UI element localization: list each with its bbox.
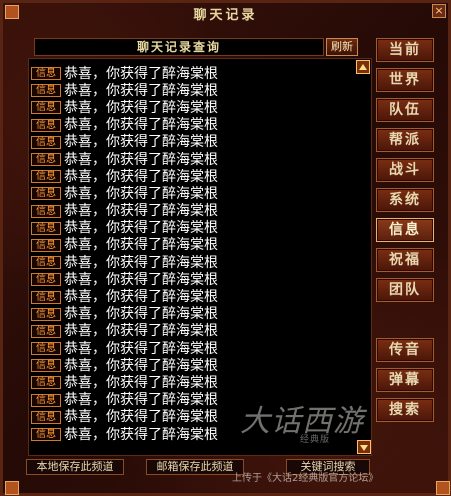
chat-message-text: 恭喜，你获得了醉海棠根 [64,409,218,426]
channel-tag[interactable]: 信息 [31,118,61,132]
title-bar[interactable]: 聊天记录 [0,0,451,26]
channel-tag[interactable]: 信息 [31,393,61,407]
chat-message-text: 恭喜，你获得了醉海棠根 [64,289,218,306]
channel-tag[interactable]: 信息 [31,307,61,321]
chat-line: 信息 恭喜，你获得了醉海棠根 [31,65,218,82]
chat-message-text: 恭喜，你获得了醉海棠根 [64,220,218,237]
chat-message-text: 恭喜，你获得了醉海棠根 [64,306,218,323]
chat-line: 信息 恭喜，你获得了醉海棠根 [31,82,218,99]
channel-tag[interactable]: 信息 [31,273,61,287]
channel-info-button[interactable]: 信息 [376,218,434,242]
logo-subtitle-watermark: 经典版 [300,435,331,445]
channel-tag[interactable]: 信息 [31,204,61,218]
channel-tag[interactable]: 信息 [31,67,61,81]
channel-tag[interactable]: 信息 [31,359,61,373]
channel-system-button[interactable]: 系统 [376,188,434,212]
chat-line: 信息 恭喜，你获得了醉海棠根 [31,392,218,409]
channel-barrage-button[interactable]: 弹幕 [376,368,434,392]
channel-tag[interactable]: 信息 [31,170,61,184]
channel-blessing-button[interactable]: 祝福 [376,248,434,272]
channel-tag[interactable]: 信息 [31,290,61,304]
channel-tag[interactable]: 信息 [31,324,61,338]
channel-battle-button[interactable]: 战斗 [376,158,434,182]
channel-tag[interactable]: 信息 [31,221,61,235]
channel-tag[interactable]: 信息 [31,428,61,442]
chat-line: 信息 恭喜，你获得了醉海棠根 [31,340,218,357]
channel-tag[interactable]: 信息 [31,101,61,115]
chat-line: 信息 恭喜，你获得了醉海棠根 [31,134,218,151]
scroll-up-arrow-icon[interactable] [356,60,370,74]
chat-line: 信息 恭喜，你获得了醉海棠根 [31,426,218,443]
corner-ornament-br [436,481,450,495]
chat-message-text: 恭喜，你获得了醉海棠根 [64,117,218,134]
channel-tag[interactable]: 信息 [31,376,61,390]
window-title: 聊天记录 [193,7,258,23]
chat-line: 信息 恭喜，你获得了醉海棠根 [31,185,218,202]
close-button[interactable]: × [432,4,446,18]
channel-world-button[interactable]: 世界 [376,68,434,92]
chat-message-text: 恭喜，你获得了醉海棠根 [64,99,218,116]
chat-message-text: 恭喜，你获得了醉海棠根 [64,323,218,340]
query-title: 聊天记录查询 [34,38,324,56]
channel-tag[interactable]: 信息 [31,238,61,252]
channel-guild-button[interactable]: 帮派 [376,128,434,152]
chat-line: 信息 恭喜，你获得了醉海棠根 [31,271,218,288]
channel-tag[interactable]: 信息 [31,410,61,424]
chat-line: 信息 恭喜，你获得了醉海棠根 [31,220,218,237]
save-mail-button[interactable]: 邮箱保存此频道 [146,459,244,475]
channel-tag[interactable]: 信息 [31,84,61,98]
chat-line: 信息 恭喜，你获得了醉海棠根 [31,288,218,305]
chat-line: 信息 恭喜，你获得了醉海棠根 [31,203,218,220]
chat-message-text: 恭喜，你获得了醉海棠根 [64,134,218,151]
chat-line: 信息 恭喜，你获得了醉海棠根 [31,323,218,340]
chat-message-text: 恭喜，你获得了醉海棠根 [64,426,218,443]
channel-search-button[interactable]: 搜索 [376,398,434,422]
refresh-button[interactable]: 刷新 [326,38,358,56]
chat-line: 信息 恭喜，你获得了醉海棠根 [31,306,218,323]
channel-tag[interactable]: 信息 [31,342,61,356]
channel-tag[interactable]: 信息 [31,135,61,149]
chat-message-text: 恭喜，你获得了醉海棠根 [64,185,218,202]
chat-message-text: 恭喜，你获得了醉海棠根 [64,168,218,185]
upload-source-watermark: 上传于《大话2经典版官方论坛》 [232,473,379,484]
chat-list: 信息 恭喜，你获得了醉海棠根 信息 恭喜，你获得了醉海棠根 信息 恭喜，你获得了醉海棠根信… [31,65,218,443]
chat-message-text: 恭喜，你获得了醉海棠根 [64,254,218,271]
chat-message-text: 恭喜，你获得了醉海棠根 [64,357,218,374]
chat-line: 信息 恭喜，你获得了醉海棠根 [31,168,218,185]
channel-tag[interactable]: 信息 [31,153,61,167]
chat-message-text: 恭喜，你获得了醉海棠根 [64,237,218,254]
chat-line: 信息 恭喜，你获得了醉海棠根 [31,117,218,134]
chat-line: 信息 恭喜，你获得了醉海棠根 [31,237,218,254]
chat-message-text: 恭喜，你获得了醉海棠根 [64,271,218,288]
chat-message-text: 恭喜，你获得了醉海棠根 [64,203,218,220]
chat-message-text: 恭喜，你获得了醉海棠根 [64,65,218,82]
chat-message-text: 恭喜，你获得了醉海棠根 [64,340,218,357]
chat-message-text: 恭喜，你获得了醉海棠根 [64,374,218,391]
scroll-down-arrow-icon[interactable] [357,440,371,454]
corner-ornament-bl [5,481,19,495]
channel-tag[interactable]: 信息 [31,256,61,270]
save-local-button[interactable]: 本地保存此频道 [26,459,124,475]
chat-line: 信息 恭喜，你获得了醉海棠根 [31,374,218,391]
channel-whisper-button[interactable]: 传音 [376,338,434,362]
chat-message-text: 恭喜，你获得了醉海棠根 [64,392,218,409]
channel-current-button[interactable]: 当前 [376,38,434,62]
chat-line: 信息 恭喜，你获得了醉海棠根 [31,357,218,374]
channel-team-button[interactable]: 队伍 [376,98,434,122]
channel-tag[interactable]: 信息 [31,187,61,201]
chat-message-text: 恭喜，你获得了醉海棠根 [64,151,218,168]
chat-line: 信息 恭喜，你获得了醉海棠根 [31,409,218,426]
channel-group-button[interactable]: 团队 [376,278,434,302]
chat-line: 信息 恭喜，你获得了醉海棠根 [31,254,218,271]
chat-line: 信息 恭喜，你获得了醉海棠根 [31,151,218,168]
chat-line: 信息 恭喜，你获得了醉海棠根 [31,99,218,116]
chat-message-text: 恭喜，你获得了醉海棠根 [64,82,218,99]
